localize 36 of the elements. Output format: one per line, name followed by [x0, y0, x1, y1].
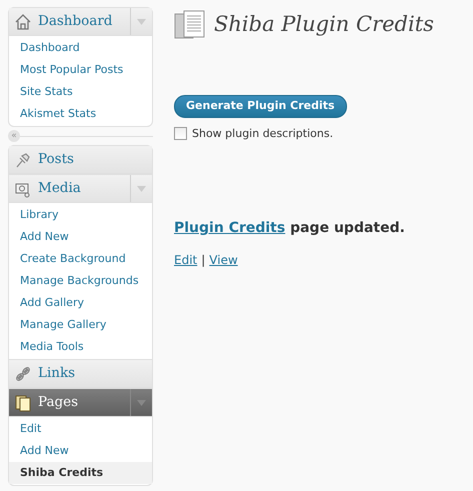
caret-icon[interactable]: [137, 400, 146, 406]
submenu-item[interactable]: Akismet Stats: [9, 103, 152, 125]
link-icon: [14, 364, 32, 382]
pages-icon: [174, 9, 206, 41]
pages-icon: [14, 394, 32, 412]
menu-header[interactable]: Dashboard: [9, 8, 152, 36]
submenu-item[interactable]: Library: [9, 204, 152, 226]
pin-icon: [14, 150, 32, 168]
page-title: Shiba Plugin Credits: [214, 12, 434, 38]
menu-header[interactable]: Posts: [9, 146, 152, 174]
generate-button[interactable]: Generate Plugin Credits: [174, 95, 347, 118]
submenu-item[interactable]: Edit: [9, 418, 152, 440]
caret-icon[interactable]: [137, 18, 146, 24]
checkbox[interactable]: [174, 127, 187, 140]
submenu-item[interactable]: Shiba Credits: [9, 462, 152, 484]
submenu-item[interactable]: Manage Backgrounds: [9, 270, 152, 292]
submenu-item[interactable]: Add Gallery: [9, 292, 152, 314]
submenu-item[interactable]: Add New: [9, 440, 152, 462]
submenu-item[interactable]: Media Tools: [9, 336, 152, 358]
menu-header[interactable]: Links: [9, 360, 152, 388]
house-icon: [14, 12, 32, 30]
menu-header[interactable]: Pages: [9, 389, 152, 417]
status-message: Plugin Credits page updated.: [174, 219, 406, 238]
submenu-item[interactable]: Most Popular Posts: [9, 59, 152, 81]
submenu-item[interactable]: Create Background: [9, 248, 152, 270]
submenu-item[interactable]: Add New: [9, 226, 152, 248]
submenu-item[interactable]: Manage Gallery: [9, 314, 152, 336]
action-link[interactable]: View: [209, 251, 238, 269]
separator-text: |: [201, 252, 206, 269]
submenu-item[interactable]: Dashboard: [9, 37, 152, 59]
submenu-item[interactable]: Site Stats: [9, 81, 152, 103]
action-link[interactable]: Edit: [174, 251, 198, 269]
menu-header[interactable]: Media: [9, 175, 152, 203]
page-link[interactable]: Plugin Credits: [174, 220, 286, 236]
caret-icon[interactable]: [137, 186, 146, 192]
checkbox-label: Show plugin descriptions.: [192, 126, 334, 142]
